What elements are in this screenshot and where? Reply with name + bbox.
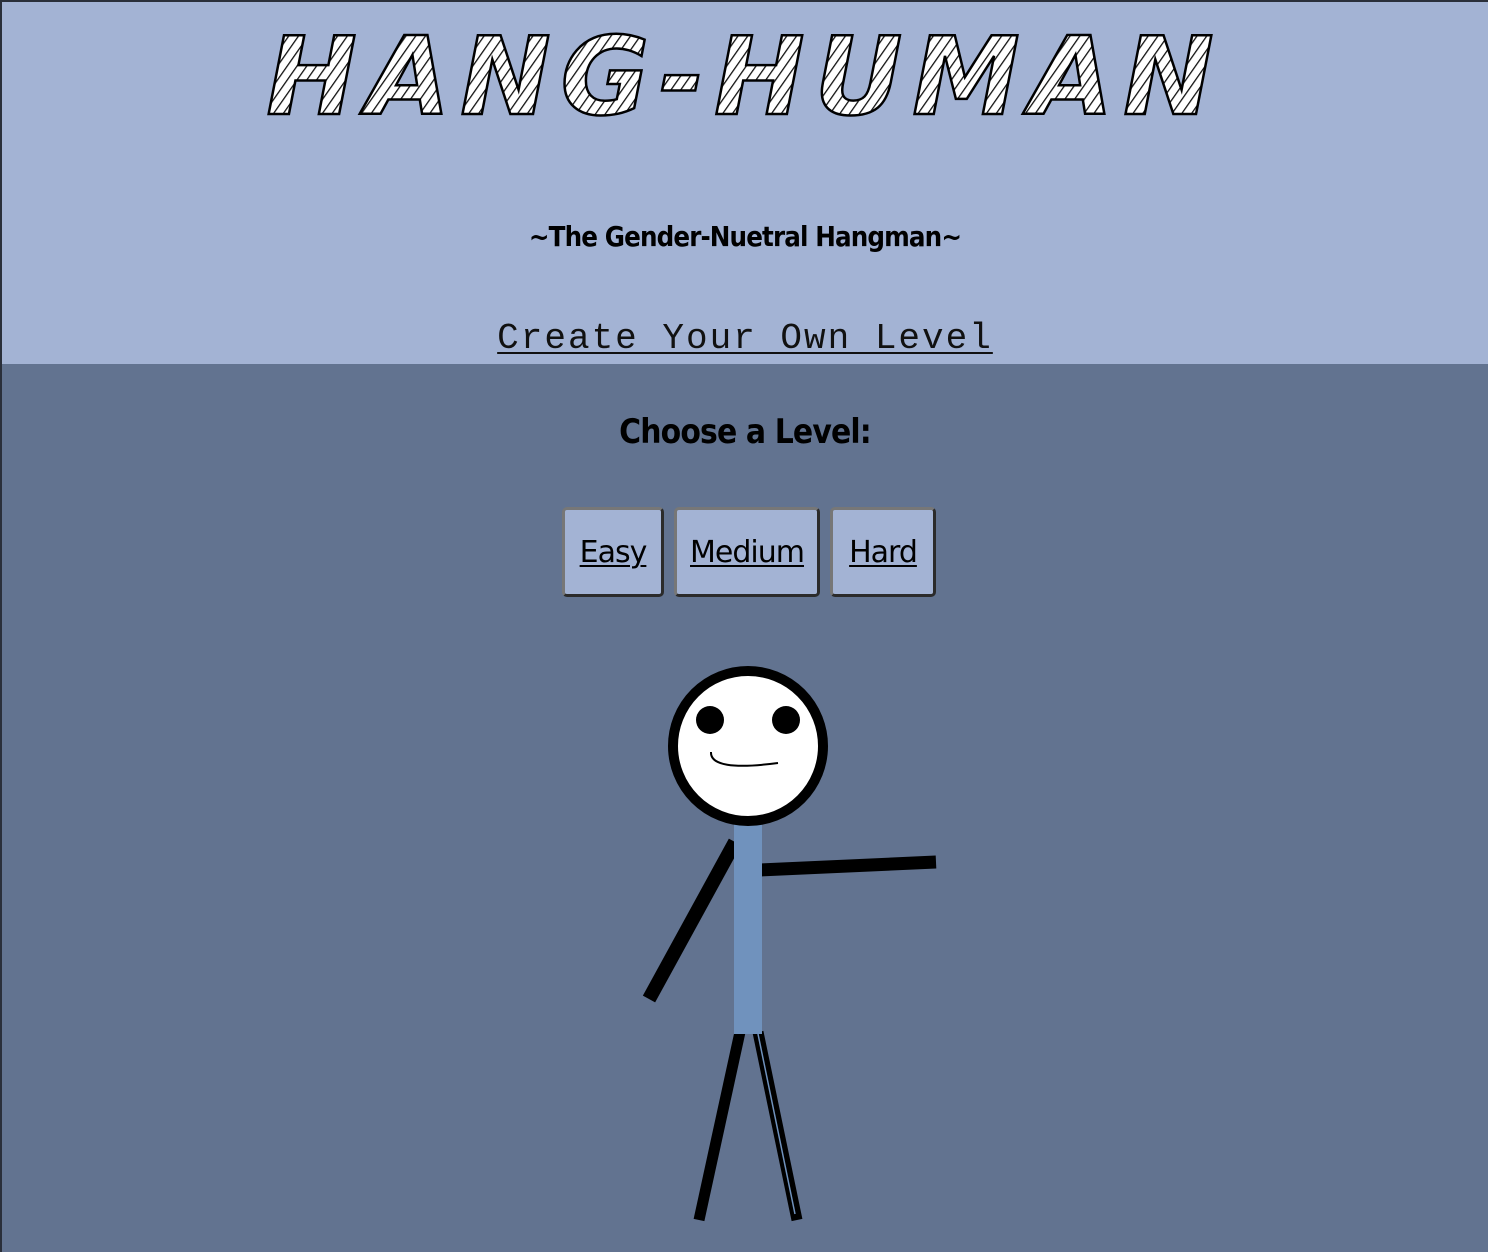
game-page: HANG-HUMAN ~The Gender-Nuetral Hangman~ … (2, 2, 1488, 1252)
head (668, 666, 828, 826)
right-arm (759, 855, 937, 877)
torso (734, 822, 762, 1034)
left-arm (642, 838, 742, 1003)
stick-figure-icon (642, 666, 937, 1222)
right-eye (772, 706, 800, 734)
left-eye (696, 706, 724, 734)
left-leg (693, 1030, 746, 1222)
